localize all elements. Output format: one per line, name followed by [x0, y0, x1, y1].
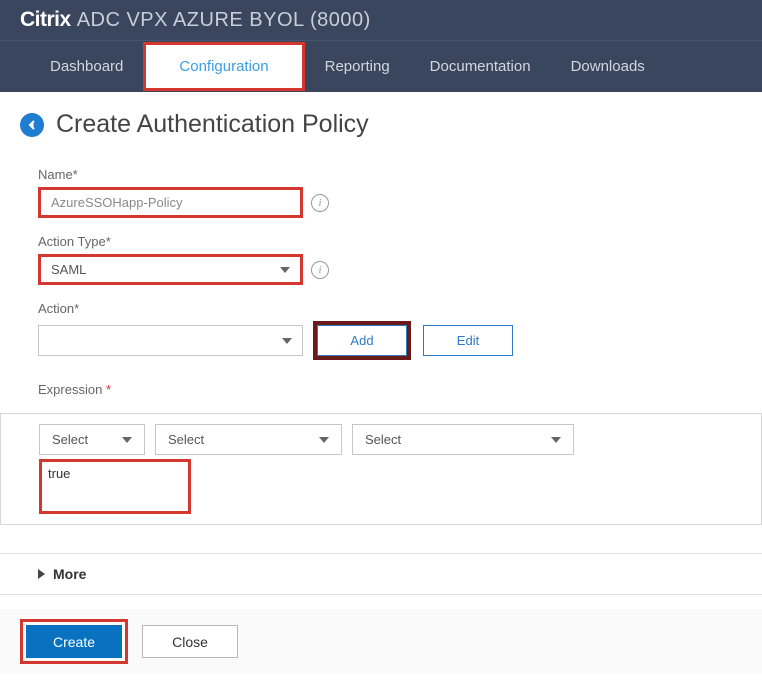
nav-reporting[interactable]: Reporting	[305, 42, 410, 91]
expression-select-1[interactable]: Select	[39, 424, 145, 455]
nav-downloads[interactable]: Downloads	[551, 42, 665, 91]
expression-label: Expression *	[38, 382, 742, 397]
footer: Create Close	[0, 609, 762, 674]
create-button[interactable]: Create	[26, 625, 122, 658]
expression-select-2[interactable]: Select	[155, 424, 342, 455]
nav-documentation[interactable]: Documentation	[410, 42, 551, 91]
more-toggle[interactable]: More	[0, 553, 762, 595]
back-button[interactable]	[20, 113, 44, 137]
triangle-right-icon	[38, 569, 45, 579]
chevron-down-icon	[122, 437, 132, 443]
arrow-left-icon	[26, 119, 38, 131]
info-icon[interactable]: i	[311, 194, 329, 212]
add-button[interactable]: Add	[317, 325, 407, 356]
edit-button[interactable]: Edit	[423, 325, 513, 356]
action-select[interactable]	[38, 325, 303, 356]
nav-configuration[interactable]: Configuration	[146, 45, 301, 88]
action-type-select[interactable]: SAML	[38, 254, 303, 285]
expression-textarea[interactable]: true	[39, 459, 191, 514]
brand-logo: Citrix	[20, 8, 71, 32]
action-type-value: SAML	[51, 262, 86, 277]
chevron-down-icon	[551, 437, 561, 443]
main-nav: Dashboard Configuration Reporting Docume…	[0, 40, 762, 92]
action-label: Action*	[38, 301, 742, 316]
form: Name* i Action Type* SAML i Action*	[20, 167, 742, 674]
close-button[interactable]: Close	[142, 625, 238, 658]
info-icon[interactable]: i	[311, 261, 329, 279]
action-type-label: Action Type*	[38, 234, 742, 249]
content: Create Authentication Policy Name* i Act…	[0, 92, 762, 674]
chevron-down-icon	[280, 267, 290, 273]
page-title: Create Authentication Policy	[56, 110, 369, 139]
name-label: Name*	[38, 167, 742, 182]
chevron-down-icon	[282, 338, 292, 344]
more-label: More	[53, 566, 86, 582]
header: Citrix ADC VPX AZURE BYOL (8000)	[0, 0, 762, 40]
nav-dashboard[interactable]: Dashboard	[30, 42, 143, 91]
name-input[interactable]	[38, 187, 303, 218]
expression-select-3[interactable]: Select	[352, 424, 574, 455]
chevron-down-icon	[319, 437, 329, 443]
brand-subtitle: ADC VPX AZURE BYOL (8000)	[77, 9, 371, 32]
expression-box: Select Select Select true	[0, 413, 762, 525]
